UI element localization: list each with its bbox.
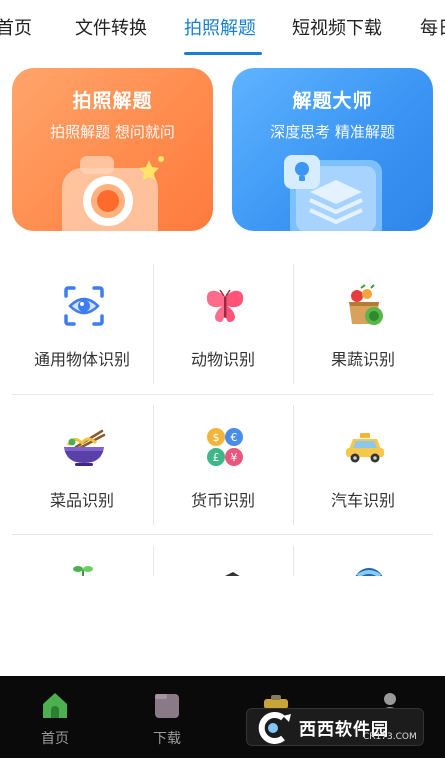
tab-daily[interactable]: 每日 bbox=[420, 14, 445, 40]
tab-video-download[interactable]: 短视频下载 bbox=[292, 14, 382, 40]
card-title: 解题大师 bbox=[292, 90, 373, 112]
fruit-basket-icon bbox=[349, 284, 383, 325]
nav-home[interactable]: 首页 bbox=[25, 690, 85, 747]
nav-home-label: 首页 bbox=[41, 731, 69, 747]
svg-text:¥: ¥ bbox=[231, 451, 238, 464]
grid-item-label: 菜品识别 bbox=[49, 491, 114, 510]
download-folder-icon bbox=[155, 694, 179, 718]
card-subtitle: 深度思考 精准解题 bbox=[270, 123, 395, 141]
divider bbox=[12, 394, 433, 395]
tab-file-convert[interactable]: 文件转换 bbox=[75, 14, 147, 40]
grid-item-label: 果蔬识别 bbox=[330, 350, 395, 369]
grid-item-label: 通用物体识别 bbox=[33, 350, 130, 369]
grid-item-car[interactable]: 汽车识别 bbox=[293, 405, 433, 533]
svg-text:$: $ bbox=[213, 431, 220, 444]
nav-tool-icon[interactable] bbox=[262, 694, 290, 709]
active-tab-indicator bbox=[184, 52, 262, 55]
watermark-logo: 西西软件园 CR173.COM bbox=[246, 708, 424, 746]
eye-scan-icon bbox=[64, 286, 104, 326]
svg-text:€: € bbox=[231, 431, 238, 444]
grid-item-dish[interactable]: 菜品识别 bbox=[12, 405, 152, 533]
grid-item-fruit-veg[interactable]: 果蔬识别 bbox=[293, 264, 433, 392]
tab-home[interactable]: 首页 bbox=[0, 14, 32, 40]
top-tab-bar: 首页 文件转换 拍照解题 短视频下载 每日 bbox=[0, 0, 445, 58]
grid-item-label: 汽车识别 bbox=[330, 491, 395, 510]
grid-item-animal[interactable]: 动物识别 bbox=[153, 264, 293, 392]
watermark-domain: CR173.COM bbox=[363, 732, 417, 742]
card-title: 拍照解题 bbox=[72, 90, 153, 112]
sprout-icon bbox=[73, 566, 93, 576]
grid-item-currency[interactable]: $ € £ ¥ 货币识别 bbox=[153, 405, 293, 533]
divider bbox=[12, 534, 433, 535]
grid-row-partial bbox=[12, 546, 433, 576]
toolbox-icon bbox=[264, 695, 288, 709]
grid-item-label: 动物识别 bbox=[190, 350, 255, 369]
taxi-icon bbox=[346, 433, 384, 463]
grid-item-object[interactable]: 通用物体识别 bbox=[12, 264, 152, 392]
butterfly-icon bbox=[206, 289, 244, 322]
partial-icon bbox=[225, 572, 240, 576]
globe-icon bbox=[355, 568, 383, 576]
svg-text:£: £ bbox=[213, 451, 220, 464]
currency-coins-icon: $ € £ ¥ bbox=[207, 428, 243, 466]
home-icon bbox=[43, 693, 67, 718]
photo-solve-card[interactable]: 拍照解题 拍照解题 想问就问 bbox=[12, 68, 213, 231]
tab-photo-solve[interactable]: 拍照解题 bbox=[184, 14, 256, 40]
card-subtitle: 拍照解题 想问就问 bbox=[50, 123, 175, 141]
solve-master-card[interactable]: 解题大师 深度思考 精准解题 bbox=[232, 68, 433, 231]
watermark-emblem-icon bbox=[258, 712, 291, 744]
nav-download-label: 下载 bbox=[153, 731, 181, 747]
noodle-bowl-icon bbox=[64, 429, 106, 466]
nav-download[interactable]: 下载 bbox=[137, 690, 197, 747]
grid-item-label: 货币识别 bbox=[190, 491, 255, 510]
